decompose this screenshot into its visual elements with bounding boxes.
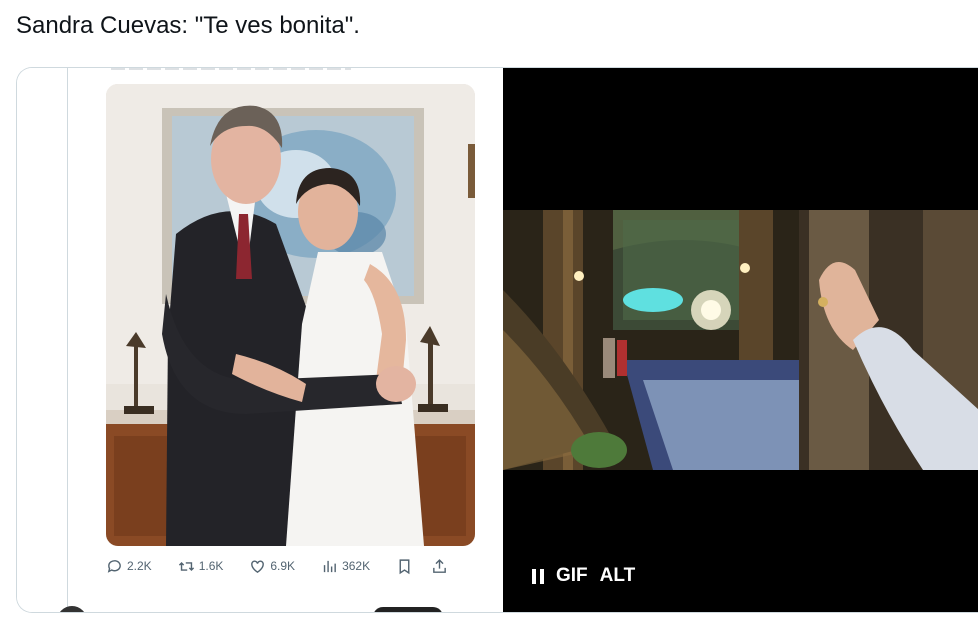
share-button[interactable]	[431, 558, 448, 575]
alt-badge[interactable]: ALT	[600, 565, 636, 587]
gif-badge: GIF	[556, 565, 588, 586]
couple-photo-illustration	[106, 84, 475, 546]
reply-button[interactable]: 2.2K	[106, 558, 152, 575]
views-icon	[323, 560, 336, 572]
embedded-tweet-screenshot[interactable]: 2.2K 1.6K 6.9K 362K	[17, 68, 502, 612]
media-grid[interactable]: 2.2K 1.6K 6.9K 362K GIF ALT	[16, 67, 978, 613]
reply-icon	[107, 559, 121, 573]
pause-icon[interactable]	[532, 568, 544, 584]
gif-controls: GIF ALT	[532, 565, 635, 587]
like-button[interactable]: 6.9K	[249, 558, 295, 575]
post-text: Sandra Cuevas: "Te ves bonita".	[16, 12, 360, 39]
views-button[interactable]: 362K	[321, 558, 370, 575]
movie-scene-illustration	[503, 210, 978, 470]
avatar[interactable]	[57, 606, 87, 612]
repost-icon	[178, 561, 194, 571]
views-count: 362K	[342, 559, 371, 573]
cropped-text	[111, 68, 351, 70]
bookmark-icon	[399, 558, 410, 574]
like-count: 6.9K	[270, 559, 296, 573]
reply-count: 2.2K	[127, 559, 152, 573]
share-icon	[433, 558, 446, 573]
thread-line	[67, 68, 68, 612]
repost-button[interactable]: 1.6K	[178, 558, 224, 575]
bookmark-button[interactable]	[396, 558, 413, 575]
tweet-action-bar: 2.2K 1.6K 6.9K 362K	[106, 555, 486, 577]
like-icon	[251, 559, 265, 573]
cropped-pill	[373, 607, 443, 612]
gif-frame	[503, 210, 978, 470]
repost-count: 1.6K	[198, 559, 224, 573]
gif-player[interactable]: GIF ALT	[503, 68, 978, 612]
couple-photo[interactable]	[106, 84, 475, 546]
